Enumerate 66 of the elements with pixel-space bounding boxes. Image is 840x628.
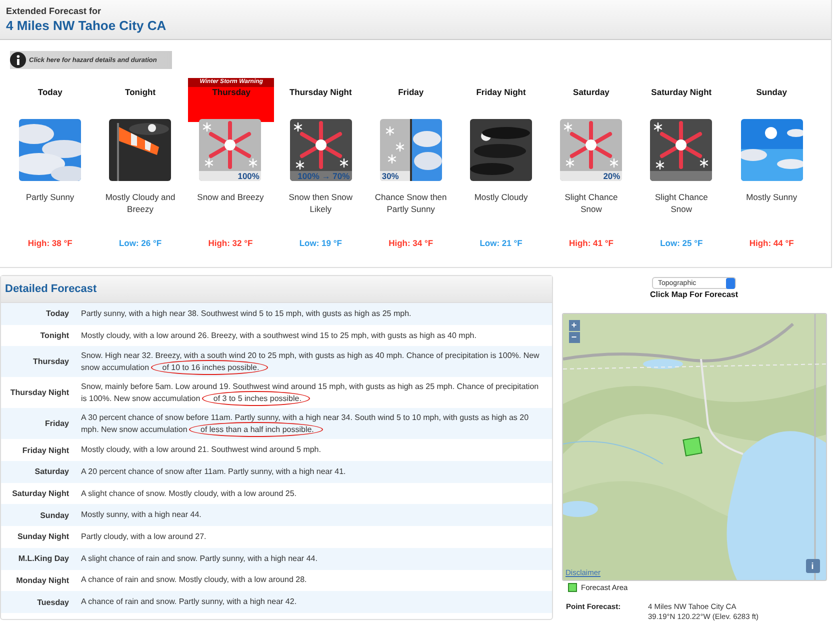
forecast-text: A slight chance of snow. Mostly cloudy, with a low around 25. [81, 488, 297, 500]
temperature: High: 44 °F [749, 238, 794, 248]
period-name: Sunday [755, 86, 788, 99]
zoom-in-button[interactable]: + [568, 320, 580, 331]
temperature: High: 32 °F [208, 238, 253, 248]
panel-title: Detailed Forecast [5, 283, 97, 295]
short-forecast: Mostly Cloudy [473, 191, 529, 204]
period-name: Friday [397, 86, 425, 99]
map-caption: Click Map For Forecast [650, 290, 738, 299]
period-label: Friday Night [21, 446, 70, 455]
forecast-text: A chance of rain and snow. Mostly cloudy, with a low around 28. [81, 574, 307, 586]
period-label: M.L.King Day [17, 554, 70, 564]
forecast-text: Partly sunny, with a high near 38. Southwest wind 5 to 15 mph, with gusts as high as 25 mph. [81, 308, 412, 320]
location-title: 4 Miles NW Tahoe City CA [6, 18, 168, 33]
short-forecast: Snow then Snow Likely [288, 191, 354, 216]
precip-chance: 30% [382, 171, 399, 181]
forecast-text: A slight chance of rain and snow. Partly sunny, with a high near 44. [81, 552, 318, 565]
temperature: High: 41 °F [568, 238, 614, 248]
temperature: Low: 19 °F [299, 238, 342, 248]
period-label: Tuesday [36, 598, 70, 607]
forecast-text: A 20 percent chance of snow after 11am. Partly sunny, with a high near 41. [81, 466, 346, 478]
period-name: Thursday Night [288, 86, 353, 99]
forecast-text: Snow. High near 32. Breezy, with a south wind 20 to 25 mph, with gusts as high as 40 mph. Chance of precipitation is 100%. New snow accumulation of 10 to 16 inches possible. [81, 350, 544, 374]
forecast-text: Mostly sunny, with a high near 44. [81, 509, 202, 522]
temperature: High: 34 °F [388, 238, 434, 248]
precip-chance: 20% [603, 171, 620, 181]
period-label: Sunday [39, 510, 70, 520]
short-forecast: Slight Chance Snow [564, 191, 619, 216]
forecast-text: Mostly cloudy, with a low around 21. Southwest wind around 5 mph. [81, 444, 321, 456]
zoom-out-button[interactable]: − [568, 332, 580, 343]
period-name: Thursday [211, 86, 252, 99]
period-name: Tonight [124, 86, 157, 99]
legend-swatch [568, 583, 577, 592]
forecast-text: Mostly cloudy, with a low around 26. Breezy, with a southwest wind 15 to 25 mph, with gusts as high as 40 mph. [81, 330, 476, 342]
period-name: Saturday Night [650, 86, 713, 99]
precip-chance: 100% → 70% [298, 171, 350, 181]
period-label: Thursday [32, 357, 70, 366]
period-label: Friday [44, 419, 70, 428]
short-forecast: Mostly Cloudy and Breezy [104, 191, 176, 216]
short-forecast: Mostly Sunny [745, 191, 798, 204]
short-forecast: Slight Chance Snow [654, 191, 709, 216]
forecast-text: Partly cloudy, with a low around 27. [81, 530, 206, 543]
period-name: Saturday [572, 86, 610, 99]
forecast-text: Snow, mainly before 5am. Low around 19. Southwest wind around 15 mph, with gusts as high as 25 mph. Chance of precipitation is 100%. New snow accumulation of 3 to 5 inches possible. [81, 380, 544, 405]
period-name: Friday Night [475, 86, 527, 99]
forecast-text: A chance of rain and snow. Partly sunny, with a high near 42. [81, 596, 297, 608]
short-forecast: Snow and Breezy [196, 191, 265, 204]
period-label: Tonight [39, 331, 70, 340]
map-info-button[interactable]: i [806, 559, 820, 573]
period-label: Today [45, 309, 70, 318]
temperature: Low: 21 °F [480, 238, 522, 248]
period-label: Thursday Night [9, 388, 70, 398]
period-name: Today [36, 86, 64, 99]
period-label: Monday Night [15, 576, 70, 585]
period-label: Saturday [34, 467, 70, 476]
period-label: Sunday Night [16, 532, 70, 542]
short-forecast: Chance Snow then Partly Sunny [374, 191, 448, 216]
info-icon [10, 52, 26, 68]
temperature: High: 38 °F [28, 238, 72, 248]
temperature: Low: 25 °F [660, 238, 703, 248]
period-label: Saturday Night [11, 489, 70, 498]
temperature: Low: 26 °F [118, 238, 162, 248]
forecast-text: A 30 percent chance of snow before 11am. Partly sunny, with a high near 34. South wind 5 to 10 mph, with gusts as high as 20 mph. New snow accumulation of less than a half inch possible. [81, 412, 544, 436]
precip-chance: 100% [238, 171, 260, 181]
short-forecast: Partly Sunny [24, 191, 76, 204]
subtitle: Extended Forecast for [6, 6, 102, 16]
